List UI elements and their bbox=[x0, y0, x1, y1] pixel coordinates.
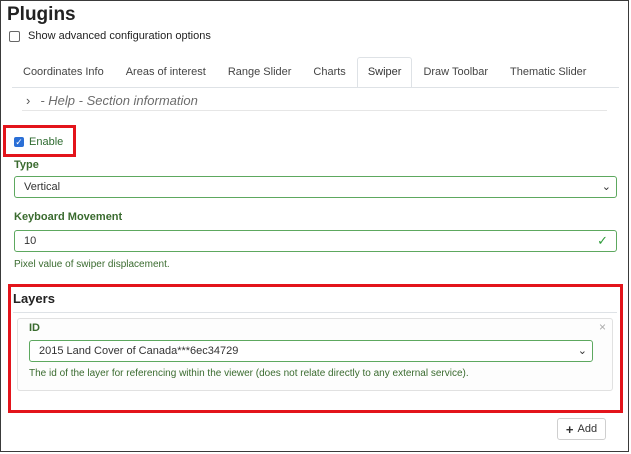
chevron-right-icon: › bbox=[26, 92, 31, 108]
plugin-tabs: Coordinates Info Areas of interest Range… bbox=[12, 57, 619, 88]
layers-divider bbox=[13, 312, 617, 313]
tab-draw-toolbar[interactable]: Draw Toolbar bbox=[412, 57, 499, 87]
layer-id-select[interactable]: 2015 Land Cover of Canada***6ec34729 ⌄ bbox=[29, 340, 593, 362]
tab-swiper[interactable]: Swiper bbox=[356, 57, 413, 87]
advanced-options-toggle[interactable]: Show advanced configuration options bbox=[9, 30, 211, 42]
keyboard-movement-label: Keyboard Movement bbox=[14, 211, 123, 223]
type-select[interactable]: Vertical ⌄ bbox=[14, 176, 617, 198]
chevron-down-icon: ⌄ bbox=[601, 181, 611, 193]
tab-thematic-slider[interactable]: Thematic Slider bbox=[499, 57, 597, 87]
chevron-down-icon: ⌄ bbox=[577, 345, 587, 357]
close-icon[interactable]: × bbox=[599, 320, 606, 334]
tab-coordinates-info[interactable]: Coordinates Info bbox=[12, 57, 115, 87]
advanced-options-checkbox[interactable] bbox=[9, 30, 20, 42]
help-section-label: - Help - Section information bbox=[40, 92, 198, 108]
enable-label: Enable bbox=[29, 136, 64, 148]
layers-heading: Layers bbox=[13, 291, 55, 306]
page-title: Plugins bbox=[7, 4, 76, 25]
tab-charts[interactable]: Charts bbox=[302, 57, 356, 87]
keyboard-movement-input[interactable]: 10 ✓ bbox=[14, 230, 617, 252]
tab-range-slider[interactable]: Range Slider bbox=[217, 57, 303, 87]
type-label: Type bbox=[14, 159, 39, 171]
advanced-options-label: Show advanced configuration options bbox=[28, 30, 211, 42]
enable-checkbox[interactable]: ✓ bbox=[14, 137, 24, 147]
tab-areas-of-interest[interactable]: Areas of interest bbox=[115, 57, 217, 87]
layer-id-label: ID bbox=[29, 322, 40, 334]
enable-toggle[interactable]: ✓ Enable bbox=[14, 136, 63, 148]
add-button-label: Add bbox=[577, 423, 598, 435]
layer-id-value: 2015 Land Cover of Canada***6ec34729 bbox=[39, 345, 239, 357]
valid-check-icon: ✓ bbox=[597, 233, 608, 248]
type-select-value: Vertical bbox=[24, 181, 61, 193]
help-section-toggle[interactable]: › - Help - Section information bbox=[22, 90, 607, 111]
plus-icon: + bbox=[565, 421, 574, 437]
layer-id-helper: The id of the layer for referencing with… bbox=[29, 368, 469, 379]
keyboard-movement-value: 10 bbox=[24, 235, 37, 247]
add-layer-button[interactable]: + Add bbox=[557, 418, 606, 440]
keyboard-movement-helper: Pixel value of swiper displacement. bbox=[14, 259, 170, 270]
